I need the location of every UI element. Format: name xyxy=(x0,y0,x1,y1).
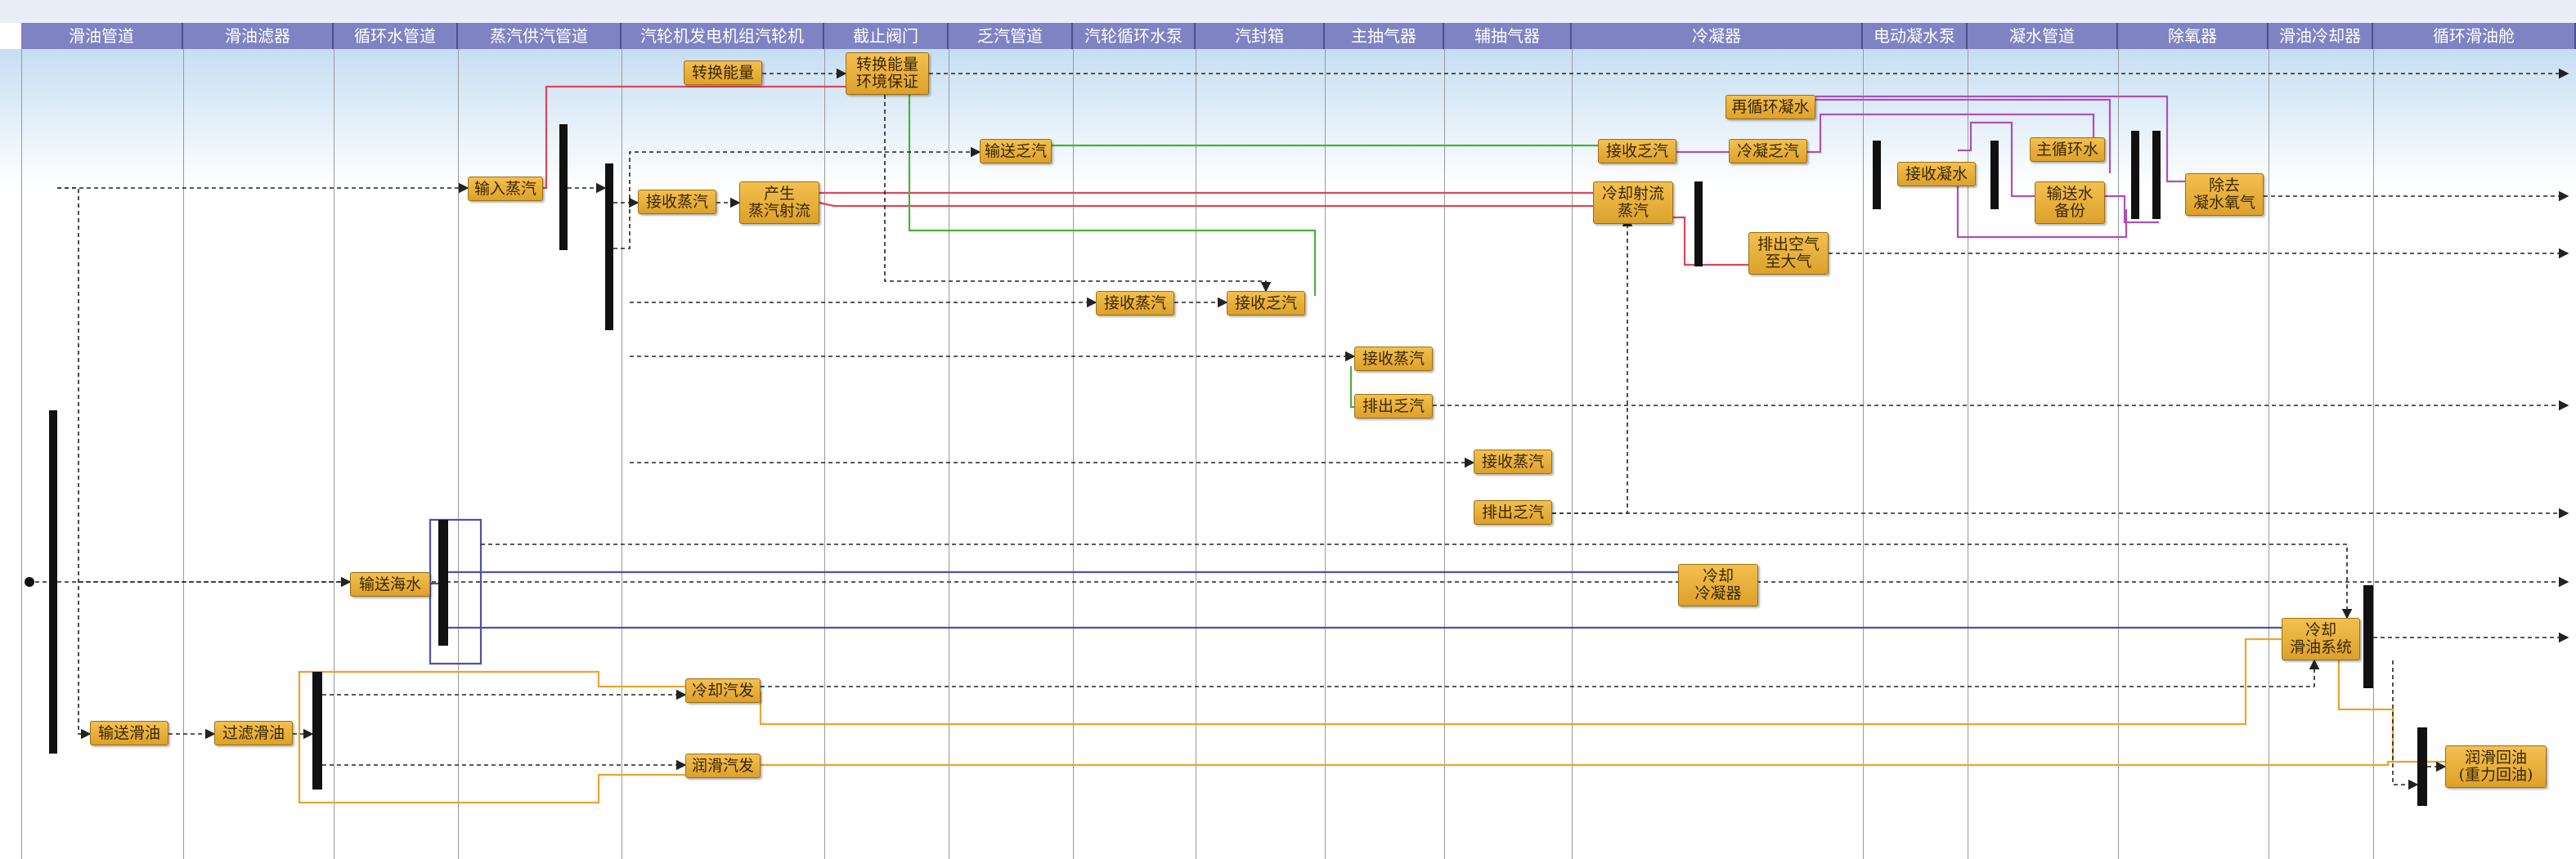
node-receive-steam-main[interactable]: 接收蒸汽 xyxy=(1354,347,1433,371)
deox-bar-1[interactable] xyxy=(2131,131,2139,219)
node-discharge-exhaust-aux[interactable]: 排出乏汽 xyxy=(1474,500,1552,525)
node-receive-steam-turbine[interactable]: 接收蒸汽 xyxy=(638,190,716,214)
deox-bar-2[interactable] xyxy=(2152,131,2161,219)
oilcool-bar[interactable] xyxy=(2363,585,2373,688)
control-flow-line xyxy=(2392,660,2419,790)
oilret-bar[interactable] xyxy=(2417,727,2427,806)
node-receive-exhaust-cond[interactable]: 接收乏汽 xyxy=(1598,139,1676,163)
cond-bar-3[interactable] xyxy=(1990,141,1999,209)
swimlane-diagram: 滑油管道 滑油滤器 循环水管道 蒸汽供汽管道 汽轮机发电机组汽轮机 截止阀门 乏汽管道 汽轮循… xyxy=(0,0,2576,859)
supply-bar[interactable] xyxy=(49,410,57,754)
flow-connectors xyxy=(28,68,2569,804)
steam-flow-line xyxy=(1673,216,1750,266)
node-produce-jet[interactable]: 产生 蒸汽射流 xyxy=(739,181,819,224)
node-receive-condensate[interactable]: 接收凝水 xyxy=(1897,162,1976,186)
node-receive-steam-aux[interactable]: 接收蒸汽 xyxy=(1474,450,1552,474)
node-receive-steam-seal[interactable]: 接收蒸汽 xyxy=(1096,291,1174,315)
node-condense-exhaust[interactable]: 冷凝乏汽 xyxy=(1729,139,1807,163)
cond-bar-1[interactable] xyxy=(1694,181,1703,266)
node-oil-return[interactable]: 润滑回油 (重力回油) xyxy=(2445,745,2547,788)
oil-flow-line xyxy=(759,638,2282,726)
node-transport-oil[interactable]: 输送滑油 xyxy=(90,721,168,745)
exhaust-flow-line xyxy=(908,95,1317,296)
steam-split-bar[interactable] xyxy=(559,124,568,250)
node-convert-energy[interactable]: 转换能量 xyxy=(684,60,762,85)
node-cool-condenser[interactable]: 冷却 冷凝器 xyxy=(1678,564,1758,606)
cond-bar-2[interactable] xyxy=(1873,141,1881,209)
node-discharge-exhaust-main[interactable]: 排出乏汽 xyxy=(1354,394,1433,418)
node-receive-exhaust-seal[interactable]: 接收乏汽 xyxy=(1227,291,1305,315)
turbine-split-bar[interactable] xyxy=(605,163,613,330)
node-cool-turbine[interactable]: 冷却汽发 xyxy=(685,678,761,703)
control-flow-line xyxy=(57,187,92,740)
oil-flow-line xyxy=(761,760,2445,767)
node-lube-turbine[interactable]: 润滑汽发 xyxy=(685,754,761,778)
control-flow-line xyxy=(1552,216,1633,514)
control-flow-line xyxy=(761,659,2320,687)
steam-flow-line xyxy=(543,85,846,190)
oil-flow-line xyxy=(298,670,685,804)
node-transport-exhaust[interactable]: 输送乏汽 xyxy=(980,139,1052,163)
node-recirculate[interactable]: 再循环凝水 xyxy=(1726,95,1815,119)
node-transport-seawater[interactable]: 输送海水 xyxy=(350,572,430,597)
condensate-flow-line xyxy=(1815,95,2185,183)
node-deoxygenate[interactable]: 除去 凝水氧气 xyxy=(2185,173,2264,216)
node-convert-energy-env[interactable]: 转换能量 环境保证 xyxy=(846,52,929,95)
node-cool-jet[interactable]: 冷却射流 蒸汽 xyxy=(1593,181,1673,224)
node-transport-backup[interactable]: 输送水 备份 xyxy=(2035,181,2105,224)
node-cool-oil-sys[interactable]: 冷却 滑油系统 xyxy=(2282,618,2360,660)
node-input-steam[interactable]: 输入蒸汽 xyxy=(468,177,543,201)
node-main-circ[interactable]: 主循环水 xyxy=(2030,137,2105,162)
oil-split-bar[interactable] xyxy=(312,672,322,790)
control-flow-line xyxy=(481,544,2353,620)
seawater-split-bar[interactable] xyxy=(438,520,448,646)
node-filter-oil[interactable]: 过滤滑油 xyxy=(214,721,293,745)
steam-flow-line xyxy=(819,201,1593,208)
node-discharge-air[interactable]: 排出空气 至大气 xyxy=(1748,232,1829,275)
oil-flow-line xyxy=(312,670,685,688)
start-node[interactable] xyxy=(25,577,34,587)
